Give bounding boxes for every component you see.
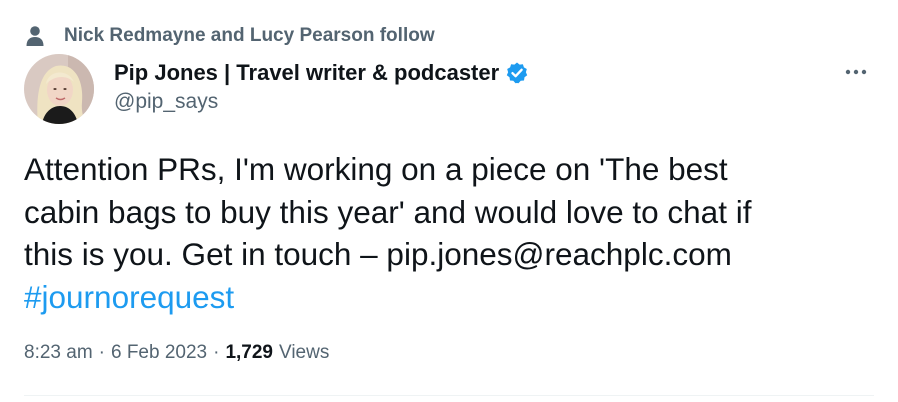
views-count[interactable]: 1,729	[225, 342, 273, 364]
tweet-meta: 8:23 am · 6 Feb 2023 · 1,729 Views	[24, 342, 329, 364]
tweet-date[interactable]: 6 Feb 2023	[111, 342, 207, 364]
author-block: Pip Jones | Travel writer & podcaster @p…	[114, 58, 529, 114]
meta-separator: ·	[213, 342, 220, 363]
views-label[interactable]: Views	[279, 342, 329, 364]
meta-separator: ·	[98, 342, 105, 363]
social-context-text: Nick Redmayne and Lucy Pearson follow	[64, 25, 435, 46]
social-context[interactable]: Nick Redmayne and Lucy Pearson follow	[24, 22, 435, 50]
tweet-line: cabin bags to buy this year' and would l…	[24, 193, 752, 230]
avatar[interactable]	[24, 54, 94, 124]
tweet-time[interactable]: 8:23 am	[24, 342, 93, 364]
tweet-line: this is you. Get in touch – pip.jones@re…	[24, 236, 732, 272]
display-name[interactable]: Pip Jones | Travel writer & podcaster	[114, 60, 499, 86]
tweet-line: Attention PRs, I'm working on a piece on…	[24, 151, 728, 187]
verified-badge-icon	[505, 61, 529, 85]
divider	[24, 395, 874, 396]
hashtag-link[interactable]: #journorequest	[24, 279, 234, 315]
more-horizontal-icon	[845, 69, 867, 75]
author-handle[interactable]: @pip_says	[114, 90, 529, 114]
author-name-row: Pip Jones | Travel writer & podcaster	[114, 58, 529, 88]
person-icon	[24, 24, 46, 48]
tweet-text: Attention PRs, I'm working on a piece on…	[24, 148, 874, 318]
more-options-button[interactable]	[838, 60, 874, 84]
